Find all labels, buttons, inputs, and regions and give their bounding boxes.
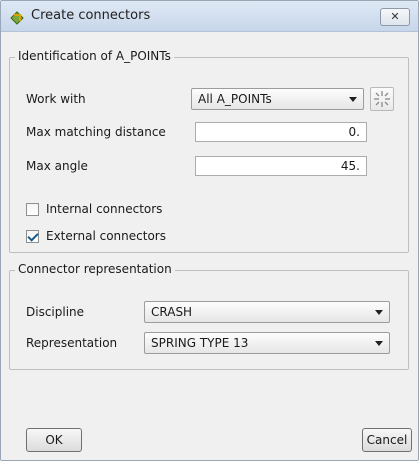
work-with-label: Work with: [26, 92, 86, 106]
max-distance-input[interactable]: 0.: [195, 122, 367, 142]
discipline-label: Discipline: [26, 305, 85, 319]
identification-group: Identification of A_POINTs Work with All…: [9, 49, 409, 253]
create-connectors-dialog: Create connectors ✕ Identification of A_…: [0, 0, 419, 461]
discipline-value: CRASH: [151, 305, 193, 319]
pick-cursor-icon: [374, 91, 390, 107]
cancel-button[interactable]: Cancel: [362, 428, 412, 452]
discipline-select[interactable]: CRASH: [144, 301, 390, 323]
close-icon: ✕: [390, 10, 400, 23]
external-connectors-checkbox[interactable]: [26, 230, 39, 243]
external-connectors-option[interactable]: External connectors: [26, 228, 206, 246]
max-angle-label: Max angle: [26, 159, 88, 173]
work-with-select[interactable]: All A_POINTs: [191, 88, 364, 110]
ok-button[interactable]: OK: [26, 428, 82, 452]
max-angle-input[interactable]: 45.: [195, 156, 367, 176]
connector-app-icon: [10, 11, 24, 25]
representation-select[interactable]: SPRING TYPE 13: [144, 332, 390, 354]
representation-legend: Connector representation: [15, 262, 175, 276]
internal-connectors-option[interactable]: Internal connectors: [26, 201, 206, 219]
internal-connectors-label: Internal connectors: [46, 202, 163, 216]
chevron-down-icon: [349, 97, 357, 102]
title-bar: Create connectors ✕: [1, 1, 418, 32]
pick-points-button[interactable]: [370, 87, 394, 111]
representation-group: Connector representation Discipline CRAS…: [9, 262, 409, 370]
max-distance-label: Max matching distance: [26, 125, 166, 139]
work-with-value: All A_POINTs: [198, 92, 272, 106]
chevron-down-icon: [375, 341, 383, 346]
chevron-down-icon: [375, 310, 383, 315]
close-button[interactable]: ✕: [380, 8, 410, 26]
representation-value: SPRING TYPE 13: [151, 336, 249, 350]
dialog-title: Create connectors: [31, 8, 151, 23]
identification-legend: Identification of A_POINTs: [15, 49, 174, 63]
external-connectors-label: External connectors: [46, 229, 166, 243]
representation-label: Representation: [26, 336, 118, 350]
internal-connectors-checkbox[interactable]: [26, 203, 39, 216]
